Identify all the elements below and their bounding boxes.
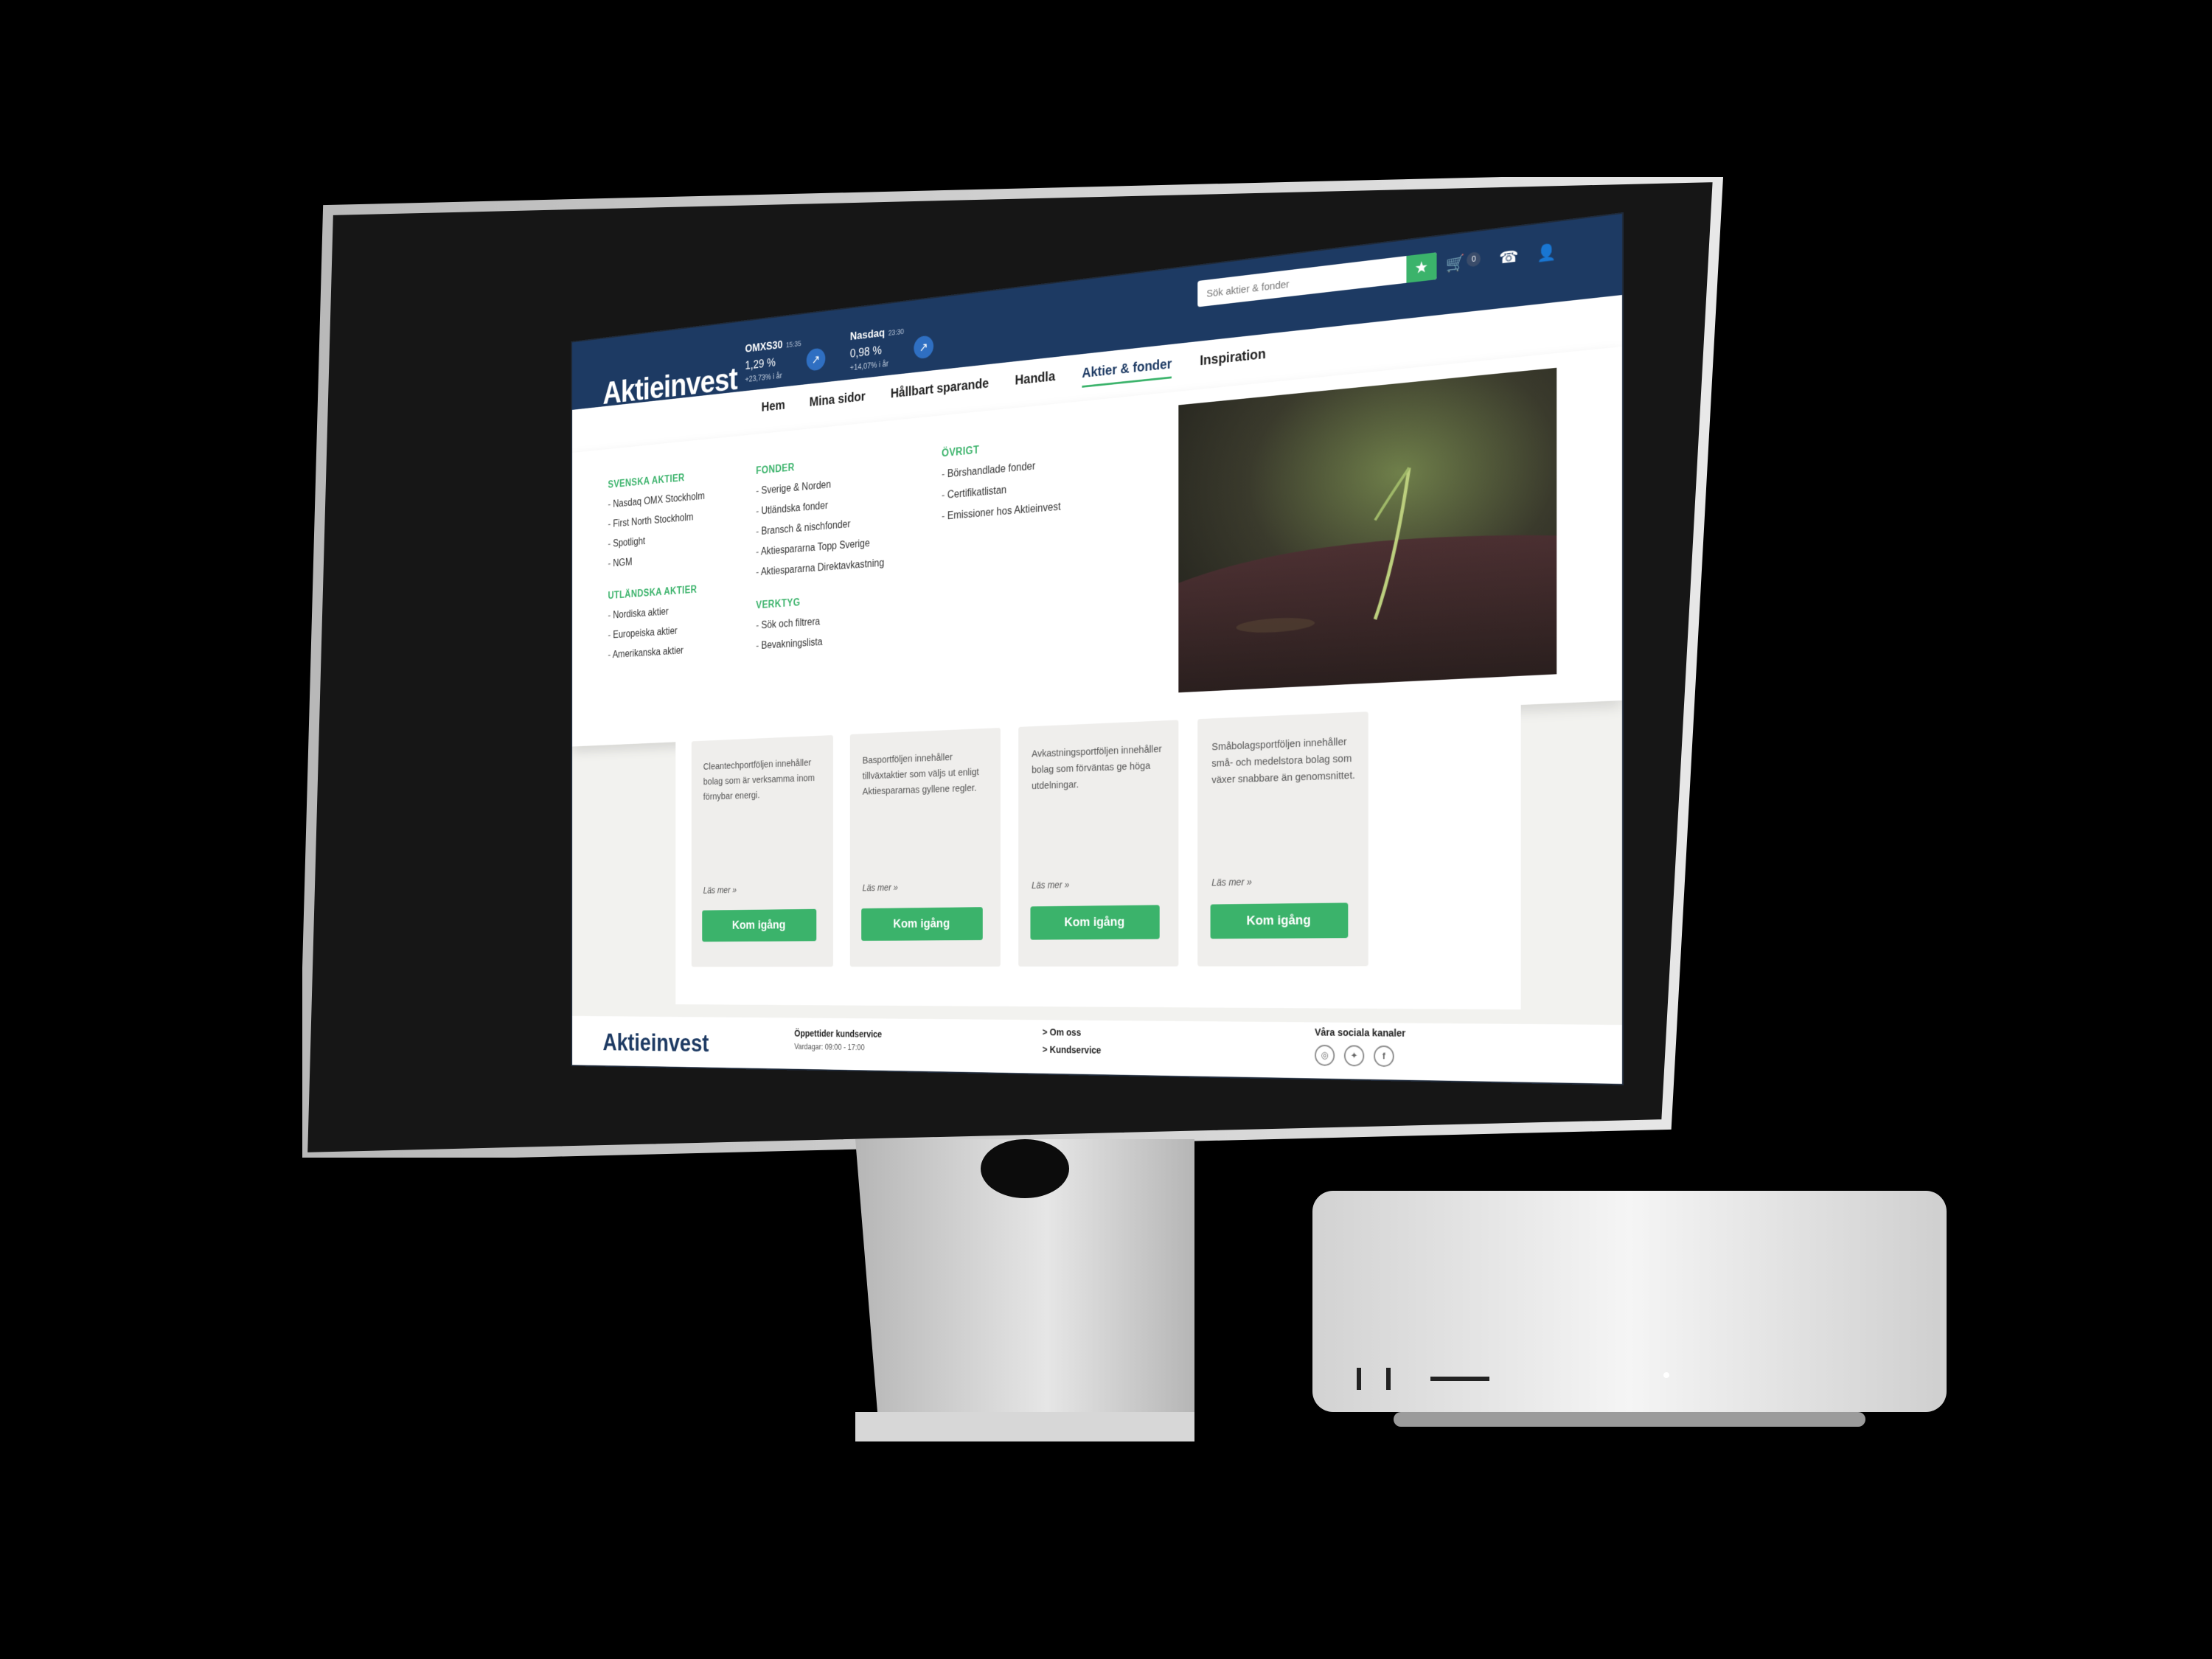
ticker-nasdaq[interactable]: Nasdaq 23:30 0,98 % +14,07% i år ↗	[849, 324, 934, 372]
phone-icon[interactable]: ☎	[1499, 247, 1518, 268]
user-icon[interactable]: 👤	[1537, 243, 1557, 264]
read-more-link[interactable]: Läs mer »	[703, 885, 737, 895]
menu-link[interactable]: Sök och filtrera	[756, 612, 884, 632]
menu-link[interactable]: NGM	[608, 551, 705, 570]
nav-hallbart-sparande[interactable]: Hållbart sparande	[891, 376, 989, 408]
menu-link[interactable]: Certifikatlistan	[942, 480, 1060, 502]
menu-link[interactable]: Aktiespararna Topp Sverige	[756, 537, 884, 558]
social-title: Våra sociala kanaler	[1315, 1026, 1406, 1039]
menu-column-ovrigt: ÖVRIGT Börshandlade fonder Certifikatlis…	[942, 437, 1060, 545]
menu-link[interactable]: Utländska fonder	[756, 495, 884, 518]
twitter-icon[interactable]: ✦	[1343, 1045, 1365, 1067]
portfolio-card: Småbolagsportföljen innehåller små- och …	[1197, 712, 1368, 967]
header-icons: ★ 🛒 0 ☎ 👤	[1415, 243, 1557, 278]
menu-link[interactable]: Börshandlade fonder	[942, 459, 1060, 481]
card-description: Cleantechportföljen innehåller bolag som…	[703, 757, 815, 803]
search-input[interactable]	[1197, 256, 1407, 309]
menu-link[interactable]: Aktiespararna Direktavkastning	[756, 557, 884, 579]
menu-heading-utlandska: UTLÄNDSKA AKTIER	[608, 584, 698, 602]
portfolio-card: Avkastningsportföljen innehåller bolag s…	[1018, 720, 1179, 967]
ticker-time: 23:30	[888, 327, 905, 338]
nav-mina-sidor[interactable]: Mina sidor	[810, 389, 866, 416]
instagram-icon[interactable]: ◎	[1315, 1044, 1335, 1066]
footer-social: Våra sociala kanaler ◎ ✦ f	[1315, 1026, 1406, 1068]
menu-link[interactable]: Sverige & Norden	[756, 474, 884, 497]
menu-heading-svenska: SVENSKA AKTIER	[608, 472, 685, 491]
portfolio-card: Cleantechportföljen innehåller bolag som…	[691, 734, 833, 967]
get-started-button[interactable]: Kom igång	[702, 908, 817, 942]
nav-inspiration[interactable]: Inspiration	[1200, 347, 1266, 375]
menu-link[interactable]: First North Stockholm	[608, 511, 705, 531]
nav-handla[interactable]: Handla	[1015, 369, 1055, 395]
cart-icon[interactable]: 🛒 0	[1446, 251, 1481, 274]
hours-line: Vardagar: 09:00 - 17:00	[794, 1042, 865, 1052]
nav-hem[interactable]: Hem	[762, 398, 785, 421]
site-footer: Aktieinvest Öppettider kundservice Varda…	[572, 1015, 1622, 1084]
get-started-button[interactable]: Kom igång	[1030, 905, 1160, 940]
read-more-link[interactable]: Läs mer »	[1032, 879, 1069, 890]
mac-studio	[1312, 1191, 1947, 1427]
menu-link[interactable]: Emissioner hos Aktieinvest	[942, 501, 1061, 524]
menu-link[interactable]: Amerikanska aktier	[608, 644, 705, 661]
ticker-omxs30[interactable]: OMXS30 15:35 1,29 % +23,73% i år ↗	[745, 336, 826, 384]
menu-link[interactable]: Europeiska aktier	[608, 624, 705, 641]
arrow-up-icon: ↗	[914, 335, 934, 360]
star-icon[interactable]: ★	[1415, 257, 1428, 277]
menu-link[interactable]: Bransch & nischfonder	[756, 516, 884, 538]
ticker-name: OMXS30	[745, 338, 783, 355]
get-started-button[interactable]: Kom igång	[861, 907, 983, 941]
card-description: Småbolagsportföljen innehåller små- och …	[1211, 735, 1355, 786]
get-started-button[interactable]: Kom igång	[1210, 902, 1349, 939]
hours-title: Öppettider kundservice	[794, 1028, 883, 1040]
menu-link[interactable]: Bevakningslista	[756, 633, 884, 652]
card-description: Basportföljen innehåller tillväxtaktier …	[862, 751, 979, 798]
facebook-icon[interactable]: f	[1374, 1045, 1394, 1068]
website-screen: Aktieinvest OMXS30 15:35 1,29 % +23,73% i…	[572, 214, 1622, 1084]
card-description: Avkastningsportföljen innehåller bolag s…	[1032, 742, 1162, 792]
footer-logo[interactable]: Aktieinvest	[603, 1030, 709, 1058]
menu-link[interactable]: Nasdaq OMX Stockholm	[608, 491, 705, 511]
portfolio-section: Cleantechportföljen innehåller bolag som…	[675, 705, 1521, 1010]
portfolio-card: Basportföljen innehåller tillväxtaktier …	[849, 728, 1001, 967]
footer-link-kundservice[interactable]: > Kundservice	[1043, 1044, 1102, 1056]
footer-links: > Om oss > Kundservice	[1043, 1026, 1102, 1062]
ticker-time: 15:35	[786, 340, 801, 349]
footer-link-om-oss[interactable]: > Om oss	[1043, 1026, 1102, 1037]
menu-column-fonder: FONDER Sverige & Norden Utländska fonder…	[756, 453, 884, 674]
footer-opening-hours: Öppettider kundservice Vardagar: 09:00 -…	[794, 1028, 882, 1052]
search-bar: ⌕	[1197, 252, 1437, 309]
read-more-link[interactable]: Läs mer »	[863, 882, 898, 893]
menu-heading-ovrigt: ÖVRIGT	[942, 444, 980, 459]
arrow-up-icon: ↗	[806, 347, 826, 372]
menu-link[interactable]: Nordiska aktier	[608, 604, 705, 622]
monitor-stand	[855, 1139, 1194, 1441]
menu-link[interactable]: Spotlight	[608, 531, 705, 550]
sprout-photo	[1178, 367, 1557, 693]
nav-aktier-fonder[interactable]: Aktier & fonder	[1082, 356, 1172, 388]
cart-count-badge: 0	[1467, 251, 1481, 268]
ticker-name: Nasdaq	[849, 326, 886, 343]
menu-heading-verktyg: VERKTYG	[756, 597, 801, 611]
menu-heading-fonder: FONDER	[756, 462, 795, 477]
read-more-link[interactable]: Läs mer »	[1211, 876, 1251, 888]
screen-host: Aktieinvest OMXS30 15:35 1,29 % +23,73% i…	[324, 214, 1674, 1128]
menu-column-aktier: SVENSKA AKTIER Nasdaq OMX Stockholm Firs…	[608, 470, 705, 682]
